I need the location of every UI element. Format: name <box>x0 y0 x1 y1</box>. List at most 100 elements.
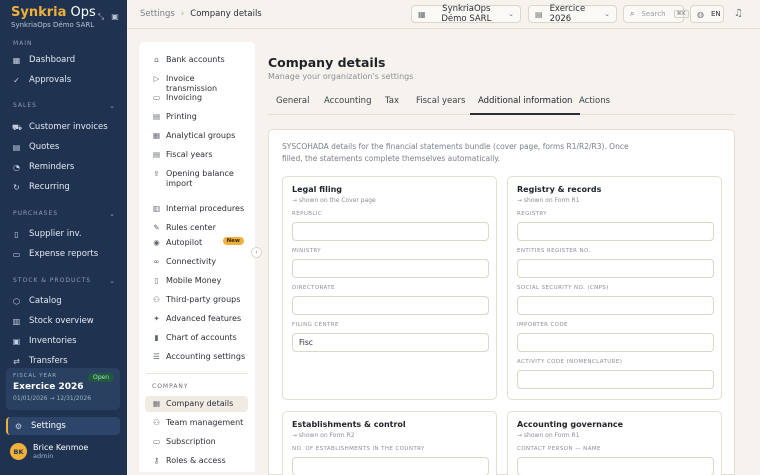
company-selector[interactable]: ▦ SynkriaOps Démo SARL ⌄ <box>411 4 521 24</box>
field-input[interactable] <box>517 296 714 315</box>
chevron-down-icon: ⌄ <box>604 10 610 18</box>
settings-menu-item[interactable]: ▮ Chart of accounts <box>145 330 248 346</box>
settings-menu-item-label: Opening balance import <box>166 169 234 188</box>
upload-icon: ⇪ <box>153 169 160 178</box>
settings-menu-item[interactable]: ⌂ Bank accounts <box>145 52 248 68</box>
bell-icon: ◔ <box>13 162 20 172</box>
panel-subtitle: → shown on Form R2 <box>292 432 355 439</box>
user-role: admin <box>33 452 54 460</box>
fiscal-year-selector[interactable]: ▤ Exercice 2026 ⌄ <box>528 4 617 24</box>
chevron-down-icon[interactable]: ⌄ <box>109 277 115 285</box>
settings-menu-item[interactable]: ▦ Company details <box>145 396 248 412</box>
company-name: SynkriaOps Démo SARL <box>11 21 95 29</box>
settings-menu-item[interactable]: ⚷ Roles & access <box>145 453 248 469</box>
app-logo[interactable]: Synkria Ops <box>11 5 96 20</box>
settings-menu-item-label: Invoicing <box>166 93 203 102</box>
settings-menu-item[interactable]: ☰ Accounting settings <box>145 349 248 365</box>
field-input[interactable] <box>517 222 714 241</box>
search-input[interactable]: ⌕ Search ⌘K <box>623 5 689 23</box>
language-selector[interactable]: ◍ EN <box>690 5 724 23</box>
field-input[interactable] <box>517 259 714 278</box>
nav-supplier-invoices[interactable]: ▯ Supplier inv. <box>6 225 120 243</box>
field-input[interactable] <box>517 370 714 389</box>
package-icon: ⬡ <box>13 296 20 306</box>
settings-menu-item[interactable]: ∞ Connectivity <box>145 254 248 270</box>
settings-menu-item[interactable]: ▥ Internal procedures <box>145 201 248 217</box>
field-input[interactable] <box>292 222 489 241</box>
nav-recurring[interactable]: ↻ Recurring <box>6 178 120 196</box>
field-input[interactable] <box>292 259 489 278</box>
fiscal-year-dates: 01/01/2026 → 12/31/2026 <box>13 395 92 402</box>
chevron-down-icon[interactable]: ⌄ <box>109 210 115 218</box>
settings-menu-item[interactable]: ✦ Advanced features <box>145 311 248 327</box>
nav-quotes[interactable]: ▤ Quotes <box>6 138 120 156</box>
tab-tax[interactable]: Tax <box>385 96 399 115</box>
fiscal-year-card[interactable]: FISCAL YEAR Open Exercice 2026 01/01/202… <box>6 368 120 410</box>
calendar-icon: ▤ <box>535 9 543 19</box>
legal-filing-panel: Legal filing → shown on the Cover page REP… <box>282 176 497 400</box>
settings-menu-item-label: Bank accounts <box>166 55 225 64</box>
sidebar-toggle-icon[interactable]: ▣ <box>110 12 120 22</box>
field-input[interactable] <box>292 296 489 315</box>
topbar: Settings › Company details ▦ SynkriaOps Dé… <box>127 0 760 29</box>
search-shortcut: ⌘K <box>673 10 689 18</box>
settings-menu-item[interactable]: ▭ Invoicing <box>145 90 248 106</box>
status-badge: Open <box>87 373 114 382</box>
settings-menu-item[interactable]: ▤ Printing <box>145 109 248 125</box>
tab-accounting[interactable]: Accounting <box>324 96 371 115</box>
nav-reminders[interactable]: ◔ Reminders <box>6 158 120 176</box>
field-label: SOCIAL SECURITY NO. (CNPS) <box>517 285 609 291</box>
nav-dashboard[interactable]: ▦ Dashboard <box>6 51 120 69</box>
field-input[interactable] <box>292 457 489 475</box>
settings-menu-item-label: Third-party groups <box>166 295 241 304</box>
nav-stock-overview[interactable]: ▥ Stock overview <box>6 312 120 330</box>
settings-menu-item[interactable]: ◉ Autopilot New <box>145 235 248 251</box>
search-placeholder: Search <box>641 10 666 18</box>
settings-menu-item[interactable]: ✎ Rules center <box>145 220 248 236</box>
panel-subtitle: → shown on Form R1 <box>517 432 580 439</box>
company-selector-value: SynkriaOps Démo SARL <box>441 4 492 24</box>
tab-fiscal-years[interactable]: Fiscal years <box>416 96 465 115</box>
field-label: MINISTRY <box>292 248 321 254</box>
additional-info-card: SYSCOHADA details for the financial stat… <box>268 129 735 475</box>
collapse-arrows-icon[interactable]: ⤡ <box>96 12 106 22</box>
settings-menu-item[interactable]: ⇪ Opening balance import <box>145 166 248 192</box>
settings-menu-item[interactable]: ⚇ Third-party groups <box>145 292 248 308</box>
new-badge: New <box>222 237 244 245</box>
settings-menu-item[interactable]: ▤ Fiscal years <box>145 147 248 163</box>
settings-menu-item[interactable]: ▦ Analytical groups <box>145 128 248 144</box>
field-input[interactable] <box>292 333 489 352</box>
printer-icon: ▤ <box>152 112 161 121</box>
tab-actions[interactable]: Actions <box>579 96 610 115</box>
tab-additional-information[interactable]: Additional information <box>470 96 581 115</box>
notifications-bell-icon[interactable]: ♫ <box>734 8 743 19</box>
breadcrumb-separator-icon: › <box>180 9 185 19</box>
field-input[interactable] <box>517 457 714 475</box>
user-profile[interactable]: BK Brice Kenmoe admin <box>10 443 88 460</box>
nav-expense-reports[interactable]: ▭ Expense reports <box>6 245 120 263</box>
settings-menu-item[interactable]: ▯ Mobile Money <box>145 273 248 289</box>
users-icon: ⚇ <box>153 295 160 304</box>
approvals-icon: ✓ <box>13 75 20 85</box>
nav-catalog[interactable]: ⬡ Catalog <box>6 292 120 310</box>
breadcrumb-root[interactable]: Settings <box>140 9 175 19</box>
chevron-down-icon[interactable]: ⌄ <box>109 102 115 110</box>
governance-panel: Accounting governance → shown on Form R1 C… <box>507 411 722 475</box>
field-input[interactable] <box>517 333 714 352</box>
field-label: REGISTRY <box>517 211 548 217</box>
settings-menu-item[interactable]: ⚇ Team management <box>145 415 248 431</box>
avatar: BK <box>10 443 27 460</box>
tab-general[interactable]: General <box>276 96 310 115</box>
nav-customer-invoices[interactable]: ⛟ Customer invoices <box>6 118 120 136</box>
cart-icon: ⛟ <box>12 122 23 132</box>
nav-approvals[interactable]: ✓ Approvals <box>6 71 120 89</box>
registry-panel: Registry & records → shown on Form R1 REGI… <box>507 176 722 400</box>
nav-inventories[interactable]: ▣ Inventories <box>6 332 120 350</box>
collapse-menu-chevron-icon[interactable]: ‹ <box>251 247 262 258</box>
nav-settings[interactable]: ⚙ Settings <box>6 417 120 435</box>
settings-menu-item-label: Team management <box>166 418 244 427</box>
panel-title: Registry & records <box>517 185 602 194</box>
panel-title: Accounting governance <box>517 420 624 429</box>
settings-menu-item[interactable]: ▭ Subscription <box>145 434 248 450</box>
bank-icon: ⌂ <box>154 55 159 64</box>
